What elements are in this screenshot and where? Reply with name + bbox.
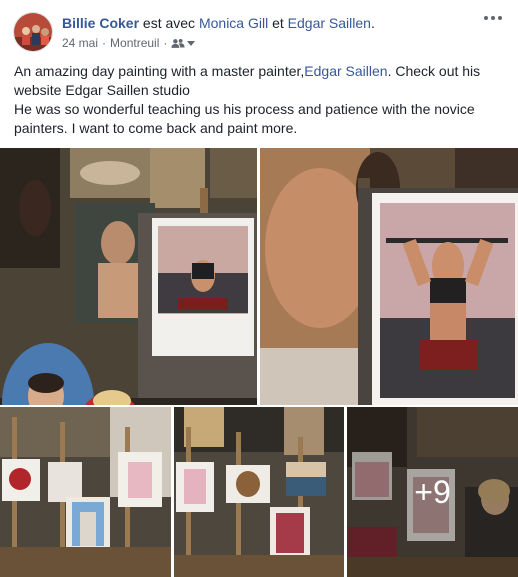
post-photo[interactable]	[174, 407, 344, 577]
post-photo[interactable]	[0, 407, 171, 577]
post-meta: 24 mai · Montreuil ·	[62, 35, 196, 51]
and-connector: et	[272, 15, 284, 31]
tagged-person-link[interactable]: Monica Gill	[199, 15, 268, 31]
author-line: Billie Coker est avec Monica Gill et Edg…	[62, 14, 375, 32]
meta-separator: ·	[102, 36, 107, 50]
friends-icon	[171, 38, 185, 48]
dropdown-caret-icon	[187, 40, 196, 46]
mention-link[interactable]: Edgar Saillen	[304, 63, 387, 79]
post-text-paragraph: He was so wonderful teaching us his proc…	[14, 101, 475, 136]
tagged-person-link[interactable]: Edgar Saillen	[288, 15, 371, 31]
more-photos-count: +9	[347, 407, 518, 577]
post-photo[interactable]	[0, 148, 257, 405]
post-location-link[interactable]: Montreuil	[110, 35, 159, 51]
meta-separator: ·	[163, 36, 168, 50]
more-photos-tile[interactable]: +9	[347, 407, 518, 577]
audience-selector[interactable]	[171, 38, 196, 49]
post-body: An amazing day painting with a master pa…	[14, 62, 510, 138]
with-connector: est avec	[142, 15, 196, 31]
post-text: An amazing day painting with a master pa…	[14, 63, 305, 79]
post-text-paragraph: An amazing day painting with a master pa…	[14, 62, 510, 100]
more-options-icon[interactable]	[482, 8, 504, 28]
author-name-link[interactable]: Billie Coker	[62, 15, 139, 31]
post-photo[interactable]	[260, 148, 518, 405]
facebook-post: Billie Coker est avec Monica Gill et Edg…	[0, 0, 518, 577]
end-punctuation: .	[370, 15, 375, 31]
author-avatar[interactable]	[13, 12, 53, 52]
post-date-link[interactable]: 24 mai	[62, 35, 98, 51]
